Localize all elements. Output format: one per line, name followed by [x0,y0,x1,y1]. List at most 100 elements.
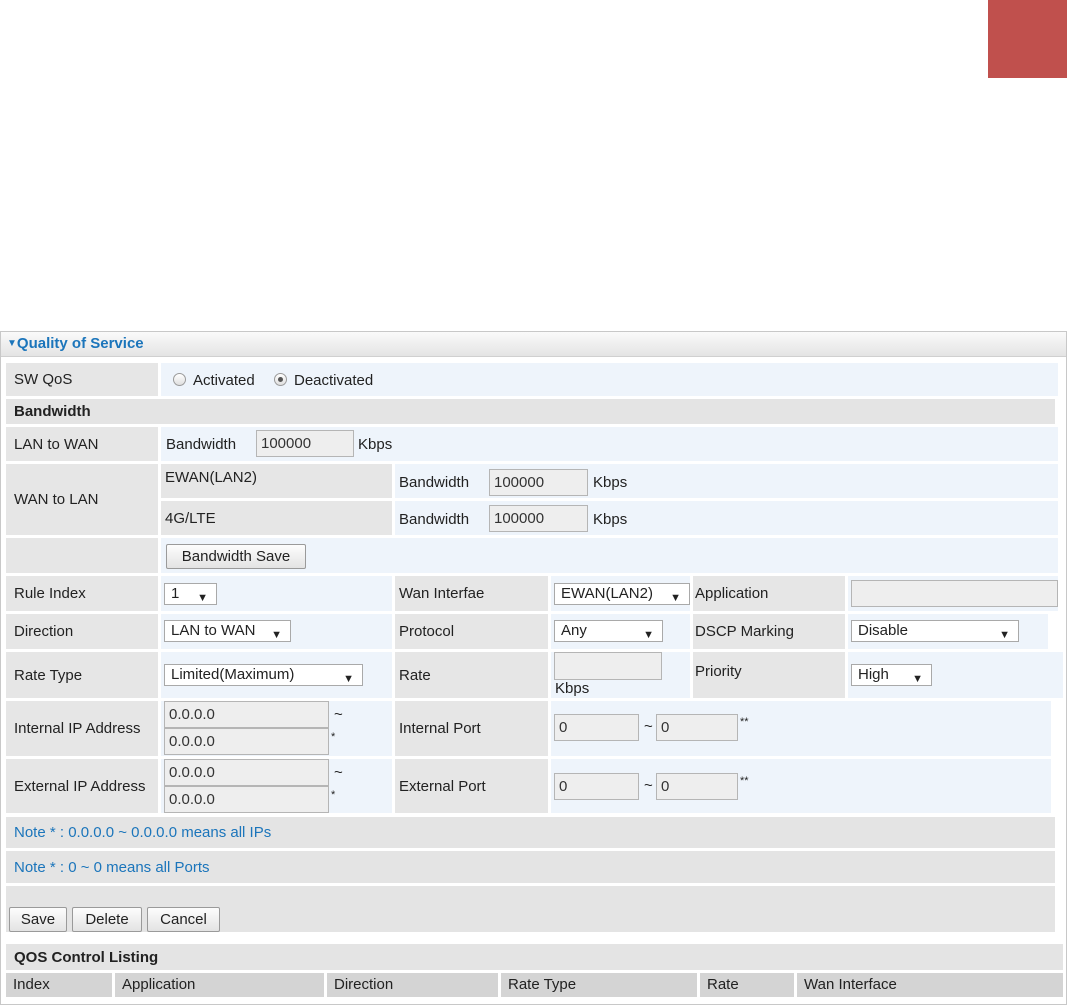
ewan-bandwidth-input[interactable]: 100000 [489,469,588,496]
chevron-down-icon: ▼ [271,629,282,641]
priority-select[interactable]: High ▼ [851,664,932,686]
lte-bandwidth-input[interactable]: 100000 [489,505,588,532]
lte-name: 4G/LTE [161,501,392,535]
external-port-start-input[interactable]: 0 [554,773,639,800]
rate-label: Rate [395,652,548,698]
sw-qos-value: Activated Deactivated [161,363,1058,396]
wan-to-lan-label: WAN to LAN [6,464,158,535]
internal-port-tilde: ~ [644,718,653,735]
application-value [848,576,1058,611]
priority-label: Priority [693,652,845,698]
qos-panel: ▼Quality of Service SW QoS Activated Dea… [0,331,1067,1005]
rule-index-select[interactable]: 1 ▼ [164,583,217,605]
wan-interface-value: EWAN(LAN2) ▼ [551,576,690,611]
external-ip-value: 0.0.0.0 0.0.0.0 ~ * [161,759,392,813]
external-port-tilde: ~ [644,777,653,794]
col-application: Application [115,973,324,997]
save-button[interactable]: Save [9,907,67,932]
radio-deactivated[interactable] [274,373,287,386]
col-rate: Rate [700,973,794,997]
panel-title: ▼Quality of Service [7,335,144,352]
rate-unit: Kbps [555,680,590,697]
listing-title: QOS Control Listing [6,944,1063,970]
bandwidth-section-title: Bandwidth [6,399,1055,424]
ip-note: Note * : 0.0.0.0 ~ 0.0.0.0 means all IPs [6,817,1055,848]
external-ip-tilde: ~ [334,764,343,781]
rule-index-value: 1 ▼ [161,576,392,611]
rate-type-select[interactable]: Limited(Maximum) ▼ [164,664,363,686]
radio-activated[interactable] [173,373,186,386]
rate-type-value: Limited(Maximum) ▼ [161,652,392,698]
external-ip-start-input[interactable]: 0.0.0.0 [164,759,329,786]
lan-to-wan-bandwidth-input[interactable]: 100000 [256,430,354,457]
external-ip-star: * [331,789,336,801]
external-port-double-star: ** [740,775,749,787]
internal-ip-star: * [331,731,336,743]
chevron-down-icon: ▼ [343,673,354,685]
ewan-bandwidth-row: Bandwidth 100000 Kbps [395,464,1058,498]
internal-port-end-input[interactable]: 0 [656,714,738,741]
chevron-down-icon: ▼ [999,629,1010,641]
col-index: Index [6,973,112,997]
col-rate-type: Rate Type [501,973,697,997]
lan-to-wan-unit: Kbps [358,436,393,453]
internal-port-double-star: ** [740,716,749,728]
application-input[interactable] [851,580,1058,607]
chevron-down-icon: ▼ [912,673,923,685]
delete-button[interactable]: Delete [72,907,142,932]
chevron-down-icon: ▼ [197,592,208,604]
application-label: Application [693,576,845,611]
external-ip-label: External IP Address [6,759,158,813]
protocol-select[interactable]: Any ▼ [554,620,663,642]
lte-bandwidth-row: Bandwidth 100000 Kbps [395,501,1058,535]
panel-header[interactable]: ▼Quality of Service [1,332,1066,357]
internal-ip-start-input[interactable]: 0.0.0.0 [164,701,329,728]
sw-qos-label: SW QoS [6,363,158,396]
rate-value: Kbps [551,652,690,698]
wan-interface-select[interactable]: EWAN(LAN2) ▼ [554,583,690,605]
chevron-down-icon: ▼ [670,592,681,604]
protocol-label: Protocol [395,614,548,649]
internal-ip-end-input[interactable]: 0.0.0.0 [164,728,329,755]
protocol-value: Any ▼ [551,614,690,649]
radio-activated-label: Activated [193,372,255,389]
external-port-end-input[interactable]: 0 [656,773,738,800]
cancel-button[interactable]: Cancel [147,907,220,932]
bandwidth-save-row: Bandwidth Save [161,538,1058,573]
dscp-value: Disable ▼ [848,614,1048,649]
external-port-label: External Port [395,759,548,813]
action-row: Save Delete Cancel [6,886,1055,932]
wan-interface-label: Wan Interfae [395,576,548,611]
external-port-value: 0 ~ 0 ** [551,759,1051,813]
lan-to-wan-bandwidth-label: Bandwidth [166,436,237,453]
col-wan-interface: Wan Interface [797,973,1063,997]
triangle-down-icon: ▼ [7,338,17,349]
direction-label: Direction [6,614,158,649]
lan-to-wan-label: LAN to WAN [6,427,158,461]
chevron-down-icon: ▼ [643,629,654,641]
direction-select[interactable]: LAN to WAN ▼ [164,620,291,642]
external-ip-end-input[interactable]: 0.0.0.0 [164,786,329,813]
priority-value: High ▼ [848,652,1063,698]
dscp-label: DSCP Marking [693,614,845,649]
ewan-name: EWAN(LAN2) [161,464,392,498]
internal-port-value: 0 ~ 0 ** [551,701,1051,756]
lte-unit: Kbps [593,511,628,528]
direction-value: LAN to WAN ▼ [161,614,392,649]
internal-ip-tilde: ~ [334,706,343,723]
ewan-bandwidth-label: Bandwidth [399,474,470,491]
internal-ip-value: 0.0.0.0 0.0.0.0 ~ * [161,701,392,756]
corner-decoration [988,0,1067,78]
port-note: Note * : 0 ~ 0 means all Ports [6,851,1055,883]
bandwidth-save-button[interactable]: Bandwidth Save [166,544,306,569]
lte-bandwidth-label: Bandwidth [399,511,470,528]
internal-ip-label: Internal IP Address [6,701,158,756]
internal-port-label: Internal Port [395,701,548,756]
dscp-select[interactable]: Disable ▼ [851,620,1019,642]
rate-input[interactable] [554,652,662,680]
lan-to-wan-value: Bandwidth 100000 Kbps [161,427,1058,461]
col-direction: Direction [327,973,498,997]
rule-index-label: Rule Index [6,576,158,611]
bandwidth-save-spacer [6,538,158,573]
internal-port-start-input[interactable]: 0 [554,714,639,741]
